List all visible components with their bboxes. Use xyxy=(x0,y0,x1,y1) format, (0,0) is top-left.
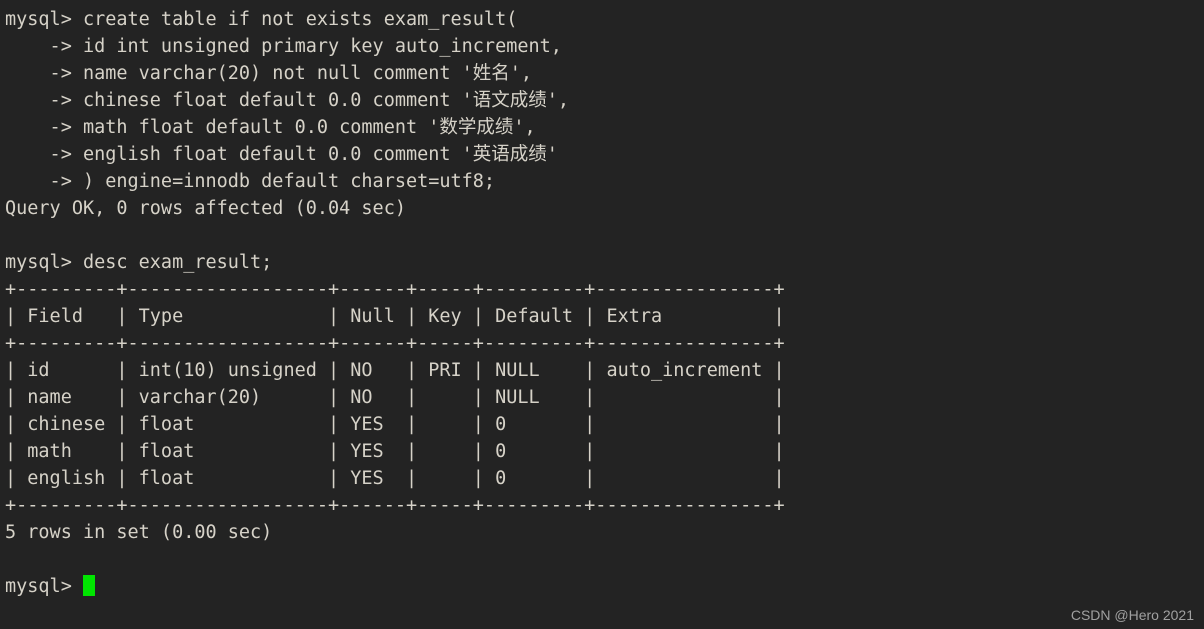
table-border-header: +---------+------------------+------+---… xyxy=(5,333,785,354)
terminal-line-query-ok: Query OK, 0 rows affected (0.04 sec) xyxy=(5,198,406,219)
prompt-label: mysql> xyxy=(5,576,83,597)
text-cursor xyxy=(82,575,95,596)
table-row: | name | varchar(20) | NO | | NULL | | xyxy=(5,387,785,408)
table-row: | math | float | YES | | 0 | | xyxy=(5,441,785,462)
terminal-line-create-table-start: mysql> create table if not exists exam_r… xyxy=(5,9,518,30)
terminal-line-rows-in-set: 5 rows in set (0.00 sec) xyxy=(5,522,273,543)
terminal-line-blank-2 xyxy=(5,546,1204,573)
watermark-label: CSDN @Hero 2021 xyxy=(1070,607,1194,623)
terminal-line-column-name: -> name varchar(20) not null comment '姓名… xyxy=(5,63,533,84)
table-border-bottom: +---------+------------------+------+---… xyxy=(5,495,785,516)
table-row: | chinese | float | YES | | 0 | | xyxy=(5,414,785,435)
table-border-top: +---------+------------------+------+---… xyxy=(5,279,785,300)
table-row: | id | int(10) unsigned | NO | PRI | NUL… xyxy=(5,360,785,381)
table-row: | english | float | YES | | 0 | | xyxy=(5,468,785,489)
terminal-line-column-id: -> id int unsigned primary key auto_incr… xyxy=(5,36,562,57)
terminal-line-column-english: -> english float default 0.0 comment '英语… xyxy=(5,144,558,165)
terminal-line-engine-clause: -> ) engine=innodb default charset=utf8; xyxy=(5,171,496,192)
terminal-line-column-chinese: -> chinese float default 0.0 comment '语文… xyxy=(5,90,570,111)
table-header-row: | Field | Type | Null | Key | Default | … xyxy=(5,306,785,327)
terminal-window[interactable]: mysql> create table if not exists exam_r… xyxy=(0,0,1204,629)
terminal-line-column-math: -> math float default 0.0 comment '数学成绩'… xyxy=(5,117,536,138)
terminal-line-blank-1 xyxy=(5,222,1204,249)
terminal-line-desc-command: mysql> desc exam_result; xyxy=(5,252,273,273)
terminal-prompt-line[interactable]: mysql> xyxy=(5,573,1204,600)
